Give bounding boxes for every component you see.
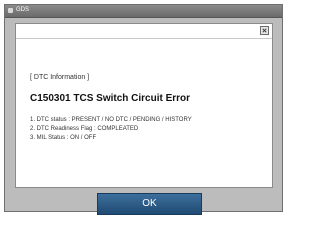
dialog-window: GDS [ DTC Information ] C150301 TCS Swit…	[4, 4, 283, 215]
dtc-info-list: 1. DTC status : PRESENT / NO DTC / PENDI…	[30, 116, 192, 143]
app-icon	[8, 8, 13, 13]
dtc-info-header: [ DTC Information ]	[30, 74, 90, 81]
ok-button[interactable]: OK	[97, 193, 202, 215]
window-title: GDS	[16, 7, 30, 13]
title-bar[interactable]: GDS	[5, 5, 282, 18]
mil-status-line: 3. MIL Status : ON / OFF	[30, 135, 97, 141]
dtc-readiness-line: 2. DTC Readiness Flag : COMPLEATED	[30, 126, 139, 132]
close-icon[interactable]	[260, 26, 269, 35]
error-title: C150301 TCS Switch Circuit Error	[30, 93, 191, 104]
dtc-info-panel: [ DTC Information ] C150301 TCS Switch C…	[15, 23, 273, 188]
panel-divider	[16, 38, 272, 39]
dtc-status-line: 1. DTC status : PRESENT / NO DTC / PENDI…	[30, 117, 192, 123]
